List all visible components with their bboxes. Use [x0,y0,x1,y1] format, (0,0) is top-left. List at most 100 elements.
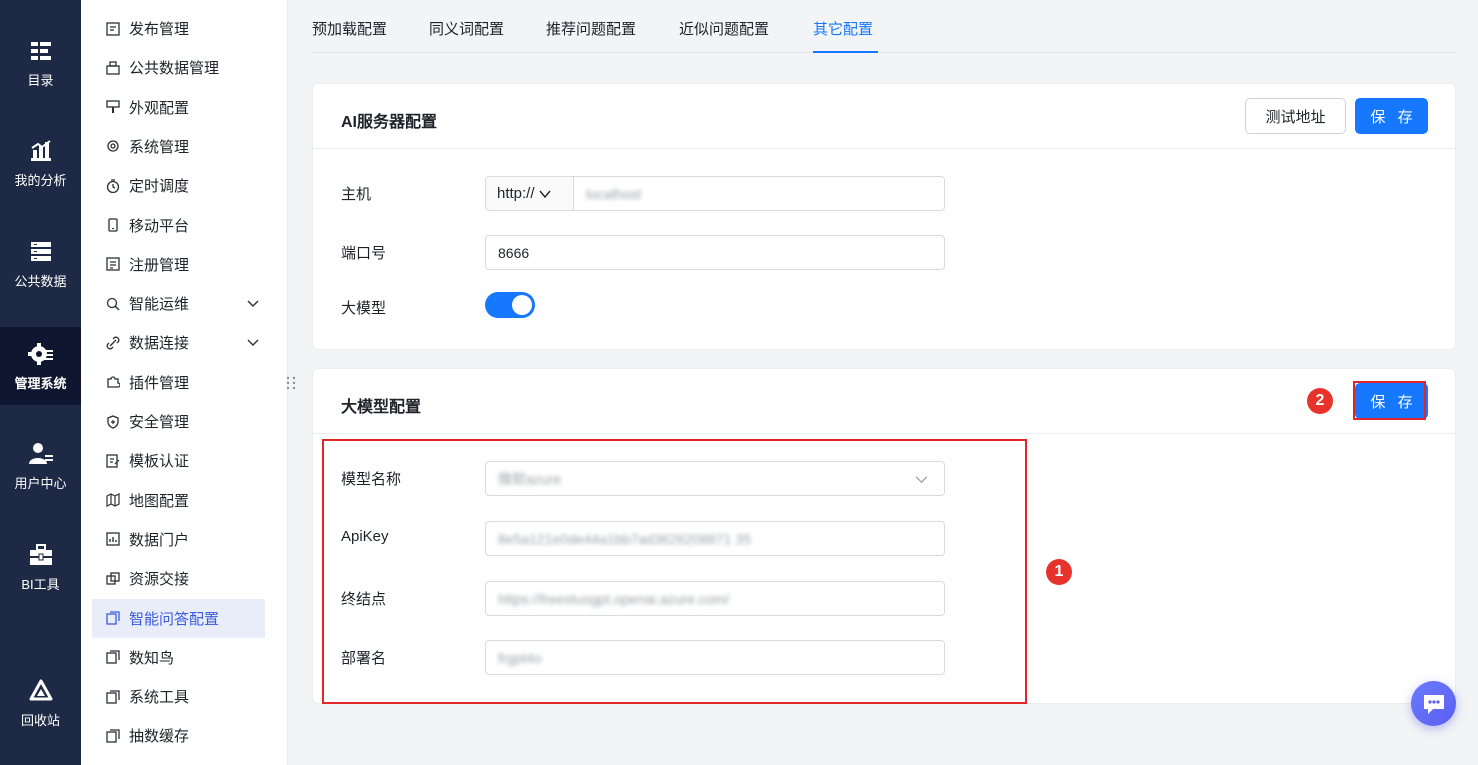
card-header: AI服务器配置 测试地址 保 存 [313,84,1455,149]
sidebar-item[interactable]: 公共数据管理 [92,48,265,87]
rail-label: 我的分析 [14,172,67,188]
sidebar-item[interactable]: 智能问答配置 [92,598,265,638]
user-icon [28,442,53,464]
llm-toggle[interactable] [485,292,535,318]
chevron-down-icon [538,190,551,198]
step-badge-1: 1 [1046,559,1072,585]
tab-active-indicator [813,51,878,53]
tab-synonym[interactable]: 同义词配置 [429,18,504,39]
rail-label: 管理系统 [14,375,67,391]
rail-item-recycle[interactable]: 回收站 [0,664,81,742]
toolbox-icon [29,543,52,565]
port-input[interactable]: 8666 [485,235,945,270]
llm-label: 大模型 [341,300,387,317]
sidebar-item-label: 安全管理 [129,414,190,431]
sidebar-item-label: 系统管理 [129,138,190,156]
sidebar-item-label: 数据门户 [129,531,190,549]
admin-sidebar: 发布管理公共数据管理 外观配置系统管理定时调度移动平台注册管理智能运维数据连接 插件… [81,0,288,765]
rail-label: BI工具 [21,576,60,592]
register-icon [106,257,120,271]
config-tabs: 预加载配置 同义词配置 推荐问题配置 近似问题配置 其它配置 [312,0,1456,53]
sidebar-item-label: 资源交接 [129,571,190,589]
link-icon [106,336,120,350]
sidebar-item-label: 外观配置 [129,99,190,117]
tab-similar[interactable]: 近似问题配置 [679,18,769,39]
rail-item-admin[interactable]: 管理系统 [0,327,81,405]
host-input[interactable]: localhost [573,176,945,211]
sidebar-item-label: 公共数据管理 [129,60,220,78]
certify-icon [106,454,120,468]
sidebar-item[interactable]: 安全管理 [92,402,265,441]
catalog-icon [30,41,51,60]
save-button[interactable]: 保 存 [1355,98,1428,134]
port-value: 8666 [498,244,530,261]
settings-icon [107,140,119,153]
sidebar-item-label: 定时调度 [129,178,190,196]
sidebar-item[interactable]: 系统管理 [92,127,265,166]
tab-recommend[interactable]: 推荐问题配置 [546,18,636,39]
sidebar-item-label: 移动平台 [129,217,190,235]
rail-item-analysis[interactable]: 我的分析 [0,124,81,202]
sidebar-item[interactable]: 定时调度 [92,166,265,205]
handover-icon [106,572,120,585]
rail-label: 目录 [27,72,54,88]
sidebar-item[interactable]: 系统工具 [92,677,265,716]
sidebar-item[interactable]: 注册管理 [92,245,265,284]
portal-icon [106,532,120,547]
map-icon [106,493,120,508]
rail-label: 回收站 [20,712,60,728]
sidebar-item[interactable]: 插件管理 [92,363,265,402]
card-header: 大模型配置 保 存 [313,369,1455,434]
sidebar-item[interactable]: 智能运维 [92,284,265,323]
rail-label: 用户中心 [14,475,67,491]
copy-icon [106,650,120,664]
chevron-down-icon[interactable] [247,336,259,348]
sidebar-item[interactable]: 数据门户 [92,520,265,559]
sidebar-item[interactable]: 发布管理 [92,9,265,48]
sidebar-item[interactable]: 移动平台 [92,206,265,245]
sidebar-item-label: 系统工具 [129,689,190,707]
rail-label: 公共数据 [14,273,67,289]
rail-item-user-center[interactable]: 用户中心 [0,427,81,505]
sidebar-item-label: 智能运维 [129,296,190,314]
sidebar-item[interactable]: 外观配置 [92,88,265,127]
tab-other[interactable]: 其它配置 [813,18,873,39]
protocol-select[interactable]: http:// [485,176,574,211]
sidebar-item-label: 发布管理 [129,21,190,38]
sidebar-item-label: 抽数缓存 [129,728,190,746]
nav-rail: 目录 我的分析 公共数据 管理系统 用户中心 BI工具 回收站 [0,0,81,765]
sidebar-item[interactable]: 模板认证 [92,441,265,480]
host-label: 主机 [341,186,372,203]
sidebar-item-label: 模板认证 [129,453,190,471]
card-title: AI服务器配置 [341,114,438,131]
plugin-icon [107,376,120,388]
ai-server-card: AI服务器配置 测试地址 保 存 主机 http:// localhost 端口… [312,83,1456,350]
tab-preload[interactable]: 预加载配置 [312,18,387,39]
chevron-down-icon[interactable] [247,297,259,309]
gear-icon [27,342,53,365]
recycle-icon [29,679,52,700]
port-label: 端口号 [341,245,387,262]
public-data-icon [106,61,120,75]
test-address-button[interactable]: 测试地址 [1245,98,1346,134]
toggle-knob [512,295,532,315]
shield-icon [107,414,119,429]
step-badge-2: 2 [1307,388,1333,414]
sidebar-item[interactable]: 抽数缓存 [92,716,265,755]
sidebar-item[interactable]: 资源交接 [92,559,265,598]
copy-icon [106,689,120,704]
chat-assistant-button[interactable] [1411,681,1456,726]
brush-icon [106,100,120,114]
timer-icon [106,179,120,193]
rail-item-bi-tools[interactable]: BI工具 [0,528,81,606]
ops-icon [106,297,120,311]
rail-item-public-data[interactable]: 公共数据 [0,225,81,303]
sidebar-item[interactable]: 数据连接 [92,323,265,362]
drag-handle-icon[interactable] [285,376,297,390]
sidebar-item[interactable]: 数知鸟 [92,638,265,677]
qa-icon [106,611,120,625]
rail-item-catalog[interactable]: 目录 [0,24,81,102]
sidebar-item[interactable]: 地图配置 [92,481,265,520]
sidebar-item-label: 数知鸟 [129,649,175,667]
analysis-icon [30,139,51,161]
